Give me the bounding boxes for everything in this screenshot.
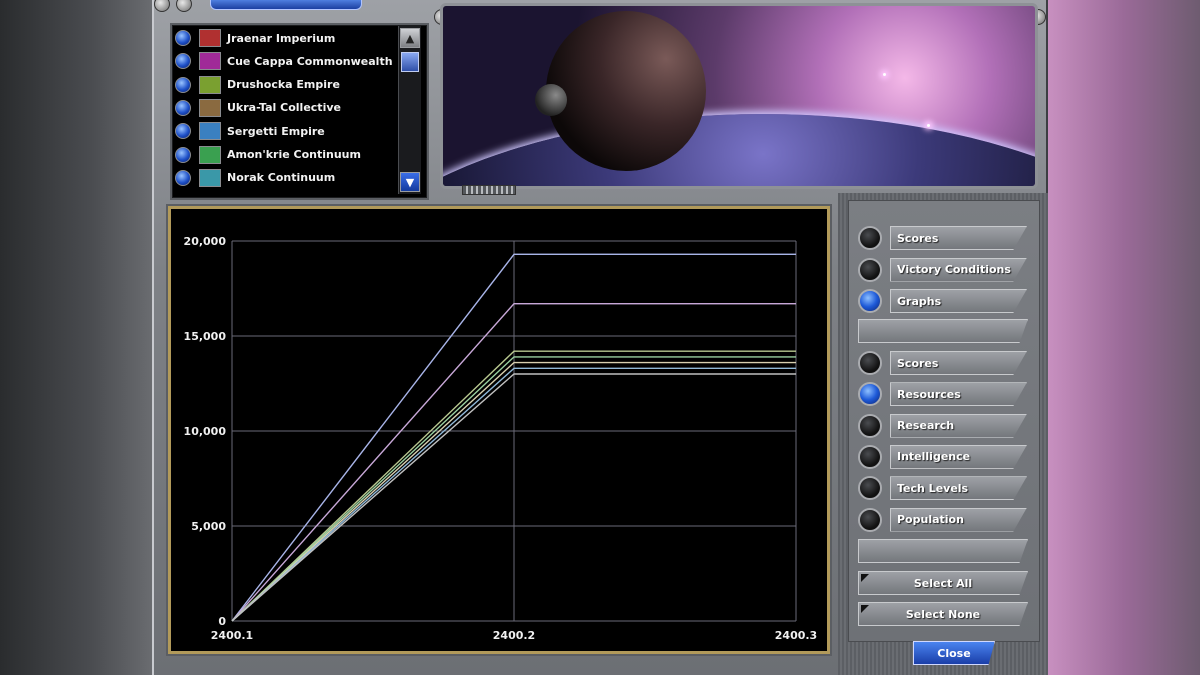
view-option-victory-conditions[interactable]: Victory Conditions	[858, 257, 1027, 283]
graph-option-tech-levels[interactable]: Tech Levels	[858, 475, 1027, 501]
empire-row[interactable]: Drushocka Empire	[175, 74, 397, 96]
view-option-label[interactable]: Scores	[890, 226, 1027, 250]
separator-bar	[858, 319, 1028, 343]
graph-radio[interactable]	[858, 444, 882, 469]
empire-name: Jraenar Imperium	[227, 31, 336, 45]
button-notch	[861, 574, 869, 582]
empire-row[interactable]: Jraenar Imperium	[175, 27, 397, 49]
view-option-scores[interactable]: Scores	[858, 225, 1027, 251]
y-tick-label: 10,000	[184, 425, 227, 438]
empire-name: Amon'krie Continuum	[227, 148, 361, 161]
graph-option-label[interactable]: Research	[890, 413, 1027, 438]
graph-option-population[interactable]: Population	[858, 507, 1027, 533]
graph-option-label[interactable]: Scores	[890, 351, 1027, 375]
planet-view-image	[440, 3, 1038, 189]
empire-toggle-radio[interactable]	[175, 123, 191, 140]
empire-name: Drushocka Empire	[227, 78, 340, 92]
empire-toggle-radio[interactable]	[175, 99, 191, 116]
empire-toggle-radio[interactable]	[175, 53, 191, 70]
graph-radio[interactable]	[858, 413, 882, 438]
graph-radio[interactable]	[858, 507, 882, 532]
empire-row[interactable]: Sergetti Empire	[175, 120, 397, 142]
empire-name: Sergetti Empire	[227, 124, 325, 138]
empire-name: Ukra-Tal Collective	[227, 101, 341, 115]
graph-radio[interactable]	[858, 476, 882, 501]
select-all-label: Select All	[913, 576, 973, 590]
y-tick-label: 0	[218, 615, 226, 628]
button-notch	[861, 605, 869, 613]
scroll-up-button[interactable]: ▲	[400, 28, 420, 48]
empire-row[interactable]: Amon'krie Continuum	[175, 144, 397, 166]
y-tick-label: 20,000	[184, 235, 227, 248]
empire-toggle-radio[interactable]	[175, 76, 191, 93]
graph-option-label[interactable]: Tech Levels	[890, 476, 1027, 501]
separator-bar	[858, 539, 1028, 563]
view-radio[interactable]	[858, 226, 882, 250]
graph-radio[interactable]	[858, 351, 882, 375]
graph-option-label[interactable]: Intelligence	[890, 444, 1027, 469]
empire-emblem-icon	[199, 122, 221, 141]
graph-option-scores[interactable]: Scores	[858, 350, 1027, 376]
x-tick-label: 2400.2	[493, 629, 535, 642]
close-label: Close	[937, 646, 971, 660]
graph-radio[interactable]	[858, 382, 882, 407]
planet-sphere	[546, 11, 706, 171]
star	[883, 73, 886, 76]
empire-toggle-radio[interactable]	[175, 169, 191, 186]
empire-toggle-radio[interactable]	[175, 146, 191, 163]
graph-option-resources[interactable]: Resources	[858, 381, 1027, 407]
view-option-label[interactable]: Graphs	[890, 289, 1027, 313]
empire-emblem-icon	[199, 168, 221, 187]
empire-name: Cue Cappa Commonwealth	[227, 54, 393, 68]
view-option-label[interactable]: Victory Conditions	[890, 257, 1027, 282]
moon	[535, 84, 567, 116]
planet-horizon	[443, 114, 1035, 186]
scroll-thumb[interactable]	[401, 52, 419, 72]
chart-svg: 0 5,000 10,000 15,000 20,000 2400.1 2400.2 2400…	[184, 235, 818, 642]
empire-toggle-radio[interactable]	[175, 30, 191, 46]
empire-emblem-icon	[199, 98, 221, 117]
empire-emblem-icon	[199, 29, 221, 47]
view-option-graphs[interactable]: Graphs	[858, 288, 1027, 314]
select-all-button[interactable]: Select All	[858, 571, 1028, 595]
background-left	[0, 0, 152, 675]
empire-emblem-icon	[199, 52, 221, 71]
x-tick-label: 2400.3	[775, 629, 817, 642]
resources-graph: 0 5,000 10,000 15,000 20,000 2400.1 2400.2 2400…	[168, 206, 830, 654]
y-tick-label: 15,000	[184, 330, 227, 343]
empire-list-scrollbar[interactable]: ▲ ▼	[398, 26, 421, 194]
y-tick-label: 5,000	[191, 520, 226, 533]
empire-emblem-icon	[199, 145, 221, 164]
empire-row[interactable]: Norak Continuum	[175, 167, 397, 189]
empire-row[interactable]: Cue Cappa Commonwealth	[175, 50, 397, 72]
select-none-button[interactable]: Select None	[858, 602, 1028, 626]
vent-grille	[462, 185, 516, 195]
empire-row[interactable]: Ukra-Tal Collective	[175, 97, 397, 119]
scroll-down-button[interactable]: ▼	[400, 172, 420, 192]
view-radio[interactable]	[858, 257, 882, 282]
close-button[interactable]: Close	[913, 641, 995, 665]
x-tick-label: 2400.1	[211, 629, 253, 642]
background-right	[1048, 0, 1200, 675]
graph-option-research[interactable]: Research	[858, 413, 1027, 439]
graph-option-label[interactable]: Population	[890, 507, 1027, 532]
window-title-tab	[210, 0, 362, 10]
select-none-label: Select None	[905, 607, 981, 621]
empire-emblem-icon	[199, 75, 221, 94]
star	[927, 124, 930, 127]
graph-option-label[interactable]: Resources	[890, 382, 1027, 407]
graph-option-intelligence[interactable]: Intelligence	[858, 444, 1027, 470]
view-radio[interactable]	[858, 289, 882, 313]
empire-name: Norak Continuum	[227, 171, 336, 185]
